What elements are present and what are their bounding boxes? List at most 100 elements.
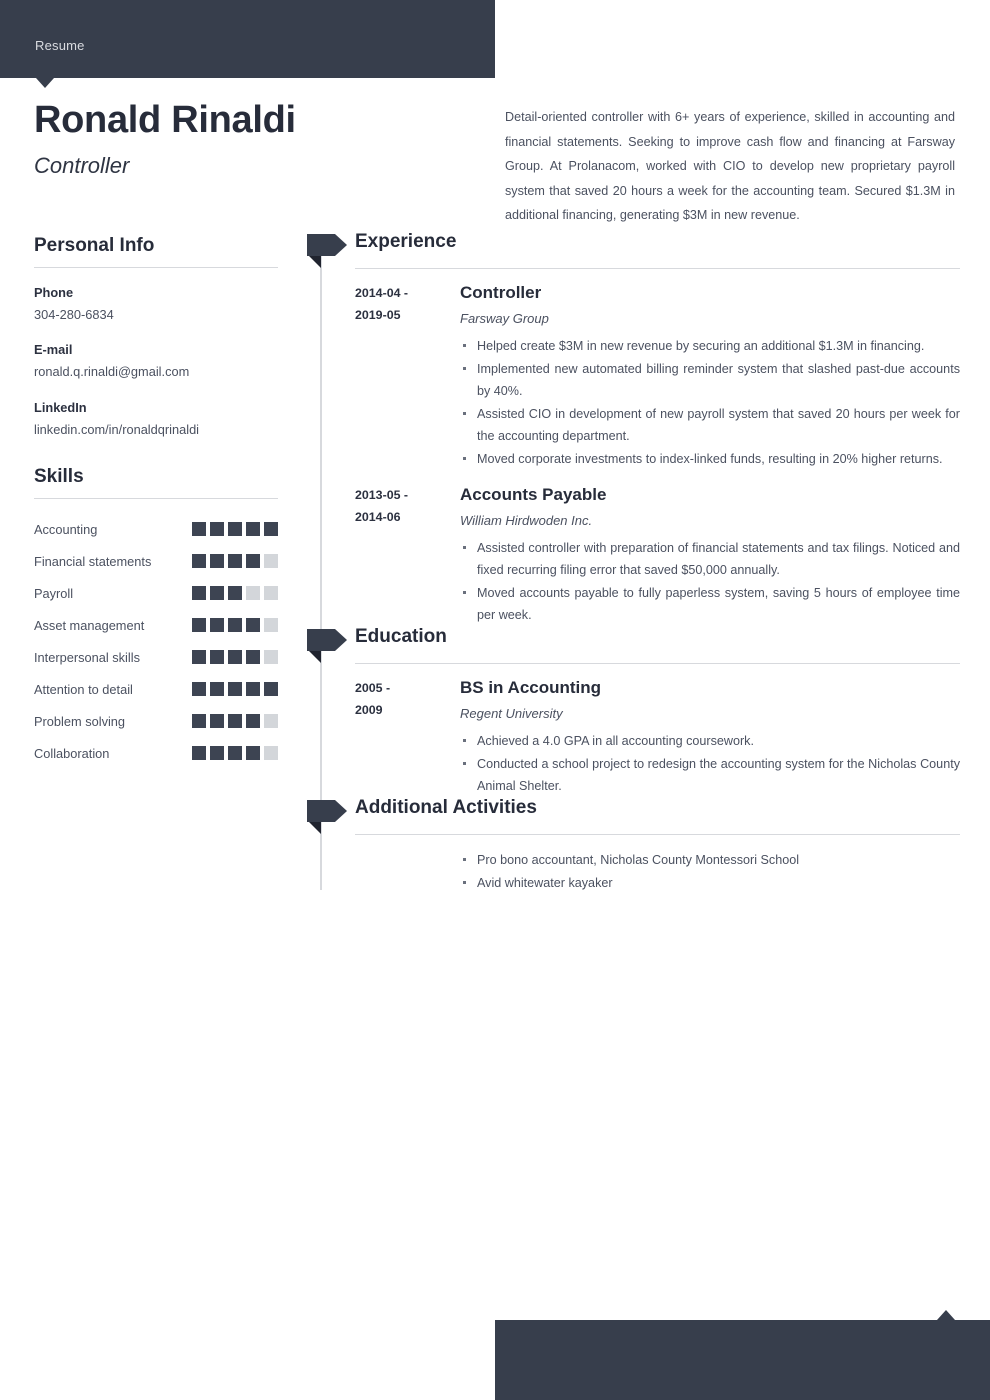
email-value[interactable]: ronald.q.rinaldi@gmail.com — [34, 361, 278, 383]
skill-square-filled — [192, 554, 206, 569]
section-header: Experience — [305, 231, 960, 268]
skill-square-filled — [246, 714, 260, 729]
skill-square-filled — [210, 618, 224, 633]
skill-square-empty — [264, 746, 278, 761]
bullet-item: Moved accounts payable to fully paperles… — [460, 582, 960, 626]
entry-bullet-list: Achieved a 4.0 GPA in all accounting cou… — [460, 730, 960, 797]
entry: 2005 - 2009 BS in Accounting Regent Univers… — [305, 664, 960, 798]
skill-square-filled — [210, 554, 224, 569]
skill-square-filled — [246, 650, 260, 665]
skill-square-filled — [192, 522, 206, 537]
bullet-item: Assisted controller with preparation of … — [460, 537, 960, 581]
skill-square-empty — [264, 618, 278, 633]
skill-square-filled — [192, 714, 206, 729]
skill-square-filled — [246, 682, 260, 697]
skill-square-filled — [210, 746, 224, 761]
skill-level-meter — [192, 522, 278, 537]
entry-body: Controller Farsway Group Helped create $3M… — [460, 283, 960, 471]
entry-bullet-list: Helped create $3M in new revenue by secu… — [460, 335, 960, 470]
skill-square-empty — [264, 586, 278, 601]
sections-host: Experience 2014-04 - 2019-05 Controller Fars… — [305, 231, 960, 895]
skill-level-meter — [192, 618, 278, 633]
entry-role: BS in Accounting — [460, 678, 602, 698]
section-experience: Experience 2014-04 - 2019-05 Controller Fars… — [305, 231, 960, 627]
skill-level-meter — [192, 554, 278, 569]
entry-organization: William Hirdwoden Inc. — [460, 513, 593, 529]
skill-row: Asset management — [34, 609, 278, 641]
entry-bullet-list: Pro bono accountant, Nicholas County Mon… — [460, 849, 960, 894]
document-header-bar: Resume — [0, 0, 495, 78]
skill-square-filled — [192, 618, 206, 633]
document-label: Resume — [35, 38, 85, 53]
professional-summary: Detail-oriented controller with 6+ years… — [505, 110, 955, 223]
info-group-phone: Phone 304-280-6834 — [34, 282, 278, 326]
section-header: Education — [305, 626, 960, 664]
phone-value[interactable]: 304-280-6834 — [34, 304, 278, 326]
skills-section: Skills Accounting Financial statements Pay… — [34, 466, 278, 769]
skill-square-filled — [192, 746, 206, 761]
bullet-item: Implemented new automated billing remind… — [460, 358, 960, 402]
document-footer-bar — [495, 1320, 990, 1400]
candidate-job-title: Controller — [34, 152, 130, 178]
entry: Pro bono accountant, Nicholas County Mon… — [305, 835, 960, 895]
skills-list: Accounting Financial statements Payroll Ass… — [34, 513, 278, 769]
skill-square-filled — [228, 682, 242, 697]
phone-label: Phone — [34, 284, 74, 300]
skill-square-filled — [192, 586, 206, 601]
entry-date-to: 2009 — [355, 702, 383, 717]
bullet-item: Achieved a 4.0 GPA in all accounting cou… — [460, 730, 960, 752]
section-pennant-icon — [307, 234, 347, 268]
skill-square-filled — [264, 682, 278, 697]
skill-square-filled — [210, 586, 224, 601]
skill-row: Attention to detail — [34, 673, 278, 705]
skill-square-empty — [264, 554, 278, 569]
entry-dates: 2013-05 - 2014-06 — [355, 485, 460, 627]
entry: 2013-05 - 2014-06 Accounts Payable William … — [305, 471, 960, 627]
entry-bullet-list: Assisted controller with preparation of … — [460, 537, 960, 626]
skill-square-filled — [264, 522, 278, 537]
sidebar: Personal Info Phone 304-280-6834 E-mail … — [34, 235, 278, 769]
entry-organization: Regent University — [460, 706, 563, 722]
skill-square-filled — [246, 618, 260, 633]
skill-square-filled — [192, 650, 206, 665]
skill-square-empty — [264, 714, 278, 729]
info-group-linkedin: LinkedIn linkedin.com/in/ronaldqrinaldi — [34, 397, 278, 441]
skill-square-filled — [210, 522, 224, 537]
skill-square-filled — [228, 554, 242, 569]
bullet-item: Avid whitewater kayaker — [460, 872, 960, 894]
skill-square-filled — [210, 682, 224, 697]
section-title-education: Education — [355, 626, 447, 648]
skill-row: Interpersonal skills — [34, 641, 278, 673]
bullet-item: Helped create $3M in new revenue by secu… — [460, 335, 960, 357]
entry-date-from: 2005 - — [355, 681, 391, 696]
skill-level-meter — [192, 714, 278, 729]
section-pennant-icon — [307, 629, 347, 664]
skill-square-empty — [246, 586, 260, 601]
section-education: Education 2005 - 2009 BS in Accounting Regen… — [305, 626, 960, 798]
linkedin-label: LinkedIn — [34, 399, 87, 415]
personal-info-divider — [34, 266, 278, 268]
skill-square-filled — [228, 650, 242, 665]
skills-heading: Skills — [34, 466, 84, 488]
section-header: Additional Activities — [305, 797, 960, 835]
skill-name: Accounting — [34, 521, 98, 537]
skill-level-meter — [192, 586, 278, 601]
entry-dates: 2005 - 2009 — [355, 678, 460, 798]
skill-row: Collaboration — [34, 737, 278, 769]
skill-name: Asset management — [34, 617, 145, 633]
entry-body: Accounts Payable William Hirdwoden Inc. As… — [460, 485, 960, 627]
entry-date-from: 2013-05 - — [355, 488, 409, 503]
header-notch-icon — [36, 78, 54, 88]
entry-date-to: 2014-06 — [355, 509, 401, 524]
skill-level-meter — [192, 682, 278, 697]
skill-square-filled — [210, 650, 224, 665]
entry-dates: 2014-04 - 2019-05 — [355, 283, 460, 471]
entry-body: Pro bono accountant, Nicholas County Mon… — [460, 849, 960, 895]
linkedin-value[interactable]: linkedin.com/in/ronaldqrinaldi — [34, 419, 278, 441]
entry-date-to: 2019-05 — [355, 307, 401, 322]
entry-organization: Farsway Group — [460, 311, 549, 327]
skill-square-filled — [246, 746, 260, 761]
skill-square-filled — [246, 554, 260, 569]
bullet-item: Conducted a school project to redesign t… — [460, 753, 960, 797]
personal-info-section: Personal Info Phone 304-280-6834 E-mail … — [34, 235, 278, 440]
